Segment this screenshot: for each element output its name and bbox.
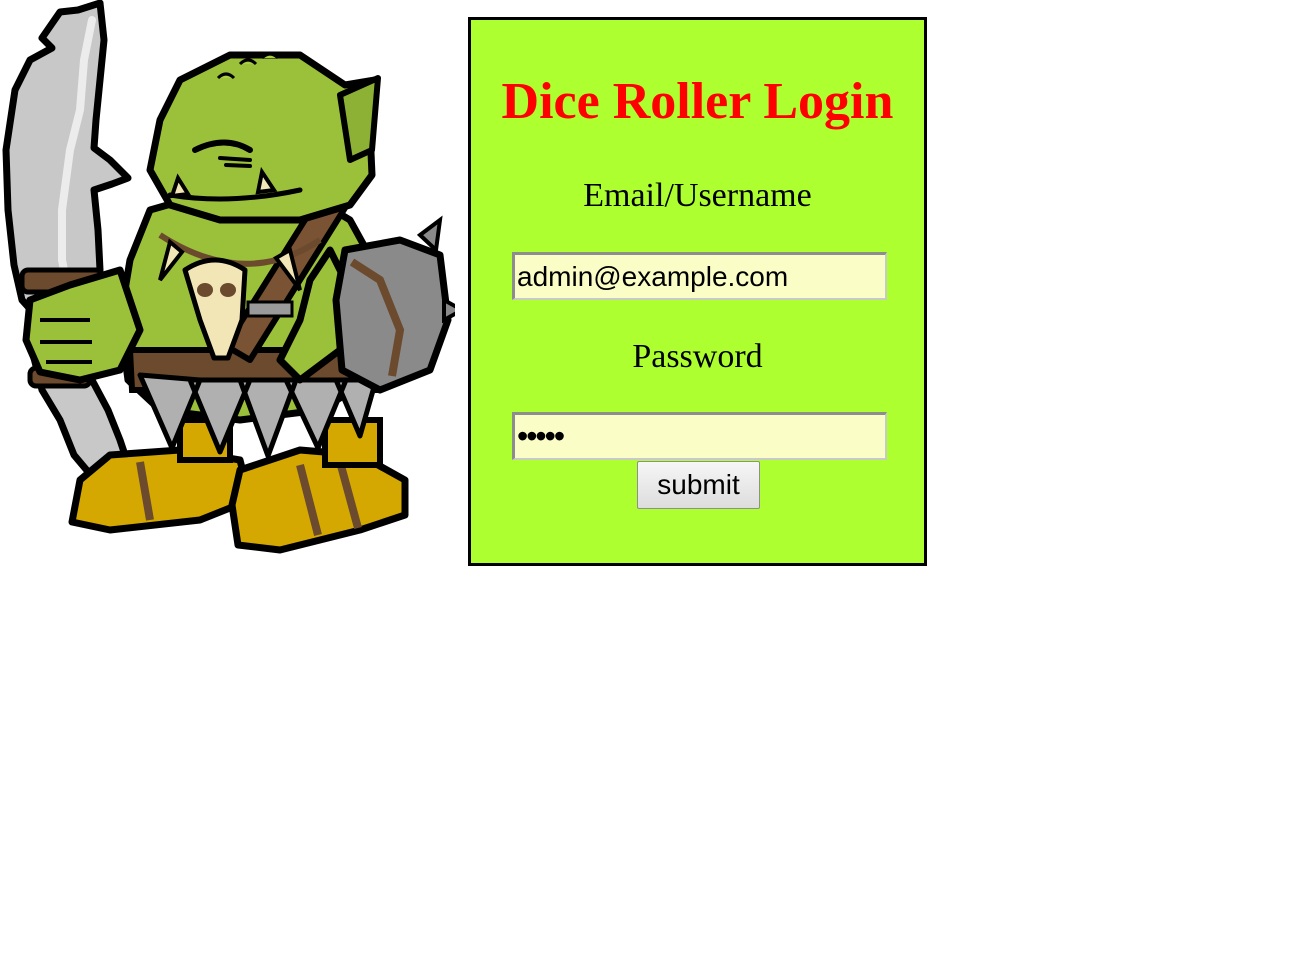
email-label: Email/Username — [583, 177, 812, 214]
login-title: Dice Roller Login — [501, 73, 894, 130]
password-label: Password — [632, 338, 763, 375]
orc-warrior-illustration — [2, 0, 455, 554]
email-field[interactable] — [512, 252, 887, 300]
login-panel: Dice Roller Login Email/Username Passwor… — [468, 17, 927, 566]
page: Dice Roller Login Email/Username Passwor… — [0, 0, 1300, 974]
password-field[interactable] — [512, 412, 887, 460]
submit-button[interactable]: submit — [637, 461, 760, 509]
